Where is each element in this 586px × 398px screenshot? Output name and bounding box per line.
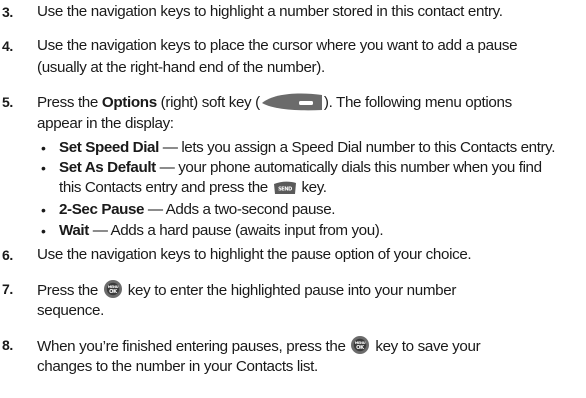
option-name: 2-Sec Pause [59,201,145,218]
step-number: 6. [2,247,13,263]
svg-text:SEND: SEND [278,187,292,193]
option-name: Set As Default [59,159,156,176]
option-name: Set Speed Dial [59,139,159,156]
bullet-icon: • [41,140,46,156]
menu-ok-key-icon: MENU OK [103,279,123,299]
step-text: Use the navigation keys to highlight the… [37,246,472,263]
bullet-icon: • [41,223,46,239]
menu-ok-key-icon: MENU OK [350,335,370,355]
option-description: — lets you assign a Speed Dial number to… [158,139,556,156]
step-number: 5. [2,94,13,110]
step-text-line-2: changes to the number in your Contacts l… [37,358,318,375]
option-description: — your phone automatically dials this nu… [155,159,542,176]
option-description: — Adds a two-second pause. [144,201,336,218]
option-name: Wait [59,222,89,239]
step-text-line-1: Press the MENU OK key to enter the highli… [37,279,585,301]
step-text-line-2: appear in the display: [37,115,174,132]
bullet-icon: • [41,160,46,176]
step-number: 7. [2,281,13,297]
step-text-line-1: When you’re finished entering pauses, pr… [37,335,585,357]
manual-page: 3. Use the navigation keys to highlight … [0,0,586,398]
option-description: — Adds a hard pause (awaits input from y… [88,222,384,239]
step-number: 4. [2,38,13,54]
step-number: 3. [2,4,13,20]
step-text-line-2: sequence. [37,302,104,319]
step-text-line-1: Use the navigation keys to place the cur… [37,37,518,54]
bullet-icon: • [41,202,46,218]
step-number: 8. [2,337,13,353]
step-text: Use the navigation keys to highlight a n… [37,3,503,20]
step-text-line-2: (usually at the right-hand end of the nu… [37,59,325,76]
svg-text:OK: OK [109,289,118,295]
svg-text:OK: OK [357,345,366,351]
right-soft-key-icon [260,92,324,112]
step-text-line-1: Press the Options (right) soft key (). T… [37,92,512,112]
send-key-icon: SEND [273,181,297,195]
options-label: Options [101,94,157,111]
